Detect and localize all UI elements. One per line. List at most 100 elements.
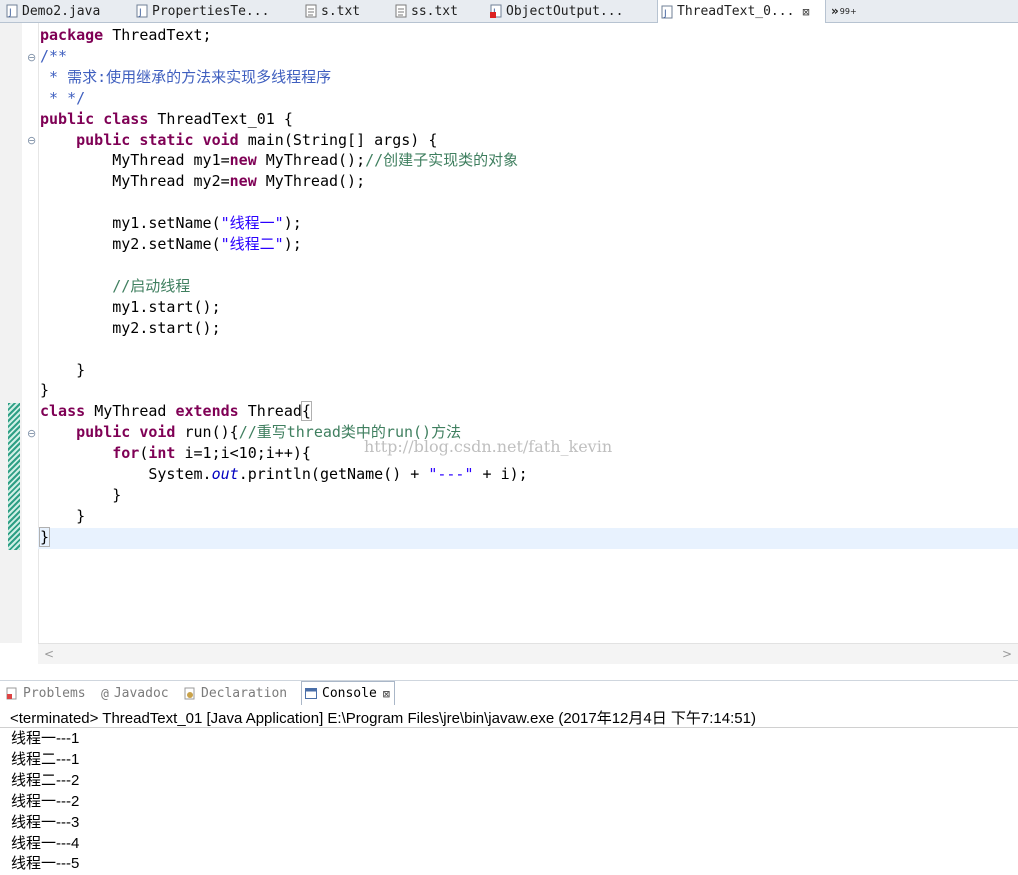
keyword: static <box>139 130 194 149</box>
scroll-left-icon[interactable]: < <box>44 644 54 664</box>
string-literal: "---" <box>428 465 474 484</box>
editor-tab-s-txt[interactable]: s.txt <box>305 0 385 22</box>
horizontal-scrollbar[interactable]: < > <box>38 643 1018 664</box>
folding-column <box>22 23 39 643</box>
keyword: new <box>229 151 257 170</box>
string-literal: "线程二" <box>220 235 284 254</box>
code-text: i=1;i<10;i++){ <box>175 444 311 463</box>
keyword: void <box>202 130 239 149</box>
source-code[interactable]: package ThreadText; /** * 需求:使用继承的方法来实现多… <box>38 25 528 548</box>
fold-minus-icon[interactable]: ⊖ <box>27 135 38 146</box>
keyword: new <box>229 172 257 191</box>
javadoc: * */ <box>40 88 86 107</box>
editor-tab-ss-txt[interactable]: ss.txt <box>395 0 481 22</box>
fold-minus-icon[interactable]: ⊖ <box>27 52 38 63</box>
code-text: my1.start(); <box>112 297 221 316</box>
editor-tab-label: ObjectOutput... <box>506 3 624 19</box>
code-text: + i); <box>473 465 528 484</box>
java-file-icon: J <box>661 5 673 19</box>
code-text: MyThread my2= <box>112 172 230 191</box>
code-text: System. <box>148 465 212 484</box>
editor-tab-label: Demo2.java <box>22 3 101 19</box>
code-editor[interactable]: ⊖ ⊖ ⊖ package ThreadText; /** * 需求:使用继承的… <box>0 23 1018 665</box>
code-comment: //重写thread类中的run()方法 <box>238 423 462 442</box>
keyword: public <box>76 423 131 442</box>
console-line: 线程一---4 <box>11 834 80 852</box>
text-file-icon <box>305 4 317 18</box>
code-comment: //创建子实现类的对象 <box>365 151 519 170</box>
javadoc: * 需求:使用继承的方法来实现多线程程序 <box>40 67 332 86</box>
tab-label: Declaration <box>201 685 288 701</box>
editor-tab-label: PropertiesTe... <box>152 3 270 19</box>
tab-problems[interactable]: Problems <box>6 681 86 705</box>
editor-tab-label: ss.txt <box>411 3 458 19</box>
svg-text:J: J <box>138 8 142 18</box>
code-text: ThreadText; <box>112 26 212 44</box>
editor-tab-threadtext[interactable]: J ThreadText_0... ⊠ <box>657 0 826 23</box>
editor-tab-objectoutput[interactable]: J ObjectOutput... <box>490 0 650 22</box>
code-text: MyThread <box>94 402 167 421</box>
editor-tab-propertieste[interactable]: J PropertiesTe... <box>136 0 296 22</box>
javadoc: /** <box>40 46 68 65</box>
scroll-right-icon[interactable]: > <box>1002 644 1012 664</box>
bracket-match: } <box>38 526 51 547</box>
console-view[interactable]: <terminated> ThreadText_01 [Java Applica… <box>0 705 1018 873</box>
console-line: 线程一---5 <box>11 855 80 873</box>
code-text: } <box>112 485 122 504</box>
hidden-tab-count: 99+ <box>839 6 857 16</box>
code-text: my2.setName( <box>112 235 221 254</box>
keyword: class <box>40 402 86 421</box>
editor-tab-demo2[interactable]: J Demo2.java <box>6 0 132 22</box>
editor-tab-bar: J Demo2.java J PropertiesTe... s.txt ss.… <box>0 0 1018 23</box>
svg-text:J: J <box>663 9 667 19</box>
tab-label: Console <box>322 686 377 701</box>
static-field: out <box>211 465 239 484</box>
chevron-double-right-icon: » <box>831 4 839 18</box>
code-text: run(){ <box>184 423 239 442</box>
java-file-icon: J <box>136 4 148 18</box>
tab-console[interactable]: Console ⊠ <box>301 681 396 705</box>
tab-label: Problems <box>23 685 86 701</box>
console-output[interactable]: 线程一---1 线程二---1 线程二---2 线程一---2 线程一---3 … <box>11 729 79 875</box>
keyword: package <box>40 26 104 44</box>
divider <box>0 727 1018 728</box>
code-text: my2.start(); <box>112 318 221 337</box>
console-line: 线程一---2 <box>11 792 80 810</box>
bracket-match: { <box>300 401 312 422</box>
problems-icon <box>6 687 17 699</box>
keyword: extends <box>175 402 239 421</box>
keyword: public <box>76 130 131 149</box>
string-literal: "线程一" <box>220 214 284 233</box>
code-text: .println(getName() + <box>238 465 429 484</box>
keyword: class <box>103 109 149 128</box>
console-icon <box>305 688 317 699</box>
code-text: ); <box>283 235 302 254</box>
tab-label: Javadoc <box>113 685 169 701</box>
code-text: Thread <box>247 402 302 421</box>
console-line: 线程一---3 <box>11 813 80 831</box>
vertical-ruler <box>0 23 22 643</box>
svg-text:J: J <box>8 8 12 18</box>
text-file-icon <box>395 4 407 18</box>
code-text: MyThread my1= <box>112 151 230 170</box>
declaration-icon <box>184 687 195 699</box>
code-text: } <box>40 381 50 400</box>
keyword: int <box>148 444 176 463</box>
change-bar <box>8 403 20 550</box>
close-tab-icon[interactable]: ⊠ <box>802 5 809 19</box>
tab-javadoc[interactable]: @ Javadoc <box>101 681 169 705</box>
tab-overflow-button[interactable]: » 99+ <box>831 0 857 22</box>
console-status: <terminated> ThreadText_01 [Java Applica… <box>10 710 756 727</box>
keyword: void <box>139 423 176 442</box>
fold-minus-icon[interactable]: ⊖ <box>27 428 38 439</box>
code-comment: //启动线程 <box>112 276 191 295</box>
console-line: 线程二---2 <box>11 771 80 789</box>
code-text: my1.setName( <box>112 214 221 233</box>
views-tab-bar: Problems @ Javadoc Declaration Console ⊠ <box>0 680 1018 705</box>
code-text: MyThread(); <box>265 151 366 170</box>
tab-declaration[interactable]: Declaration <box>184 681 287 705</box>
editor-tab-label: ThreadText_0... <box>677 4 795 19</box>
code-text: ThreadText_01 { <box>157 109 293 128</box>
close-tab-icon[interactable]: ⊠ <box>383 687 390 701</box>
java-error-file-icon: J <box>490 4 502 18</box>
